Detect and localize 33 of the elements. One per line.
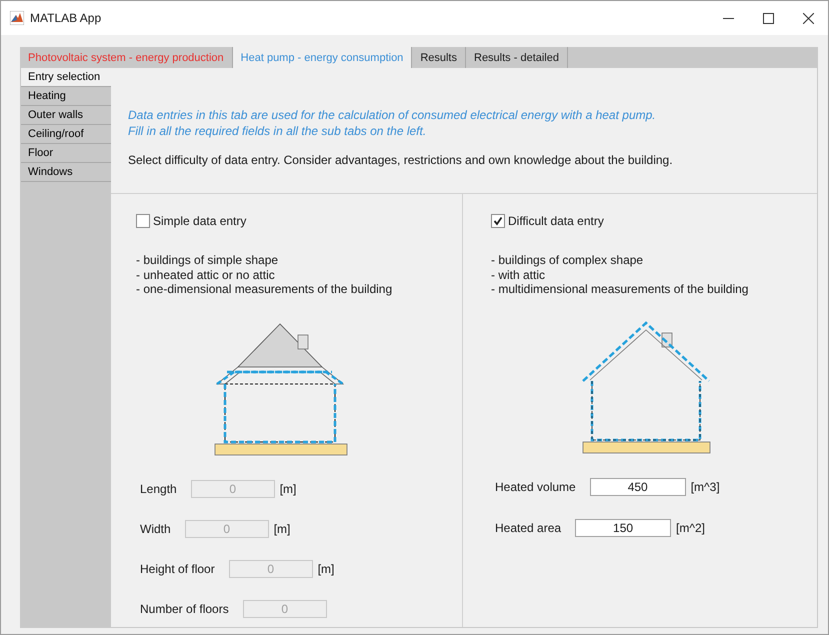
bullet-text: - buildings of complex shape	[491, 253, 644, 268]
check-icon	[493, 216, 503, 226]
unit-label: [m^3]	[690, 480, 720, 494]
bullet-text: - multidimensional measurements of the building	[491, 282, 750, 296]
field-label: Width	[140, 522, 171, 536]
entry-checkbox[interactable]: Simple data entry	[136, 214, 462, 228]
input-field[interactable]: 150	[575, 518, 672, 536]
unit-label: [m^2]	[676, 520, 706, 534]
app-icon	[10, 11, 24, 25]
checkbox[interactable]	[491, 214, 505, 228]
field-label: Length	[140, 482, 177, 496]
bullet-text: - with attic	[491, 268, 546, 282]
checkbox-label: Simple data entry	[153, 214, 246, 228]
instruction-text: Select difficulty of data entry. Consider advantages, restrictions and own knowledge about the building.	[128, 153, 674, 167]
maximize-icon[interactable]	[762, 12, 774, 24]
field-label: Number of floors	[140, 602, 229, 616]
entry-checkbox[interactable]: Difficult data entry	[491, 214, 817, 228]
unit-label: [m]	[274, 522, 290, 536]
unit-label: [m]	[280, 482, 296, 496]
info-text: Data entries in this tab are used for the calculation of consumed electrical energy with a heat pump. Fill in all the required fields in all the sub tabs on the left.	[128, 107, 657, 139]
unit-label: [m]	[318, 562, 334, 576]
close-icon[interactable]	[802, 12, 814, 24]
window-title: MATLAB App	[30, 11, 102, 25]
field-label: Heated volume	[495, 480, 576, 494]
bullet-text: - unheated attic or no attic	[136, 268, 276, 282]
bullet-text: - buildings of simple shape	[136, 253, 280, 268]
bullet-text: - one-dimensional measurements of the building	[136, 282, 394, 296]
field-label: Height of floor	[140, 562, 215, 576]
sub-tab[interactable]: Entry selection	[21, 68, 111, 87]
checkbox-label: Difficult data entry	[508, 214, 604, 228]
field-label: Heated area	[495, 520, 562, 534]
checkbox[interactable]	[136, 214, 150, 228]
input-field[interactable]: 450	[590, 478, 686, 496]
